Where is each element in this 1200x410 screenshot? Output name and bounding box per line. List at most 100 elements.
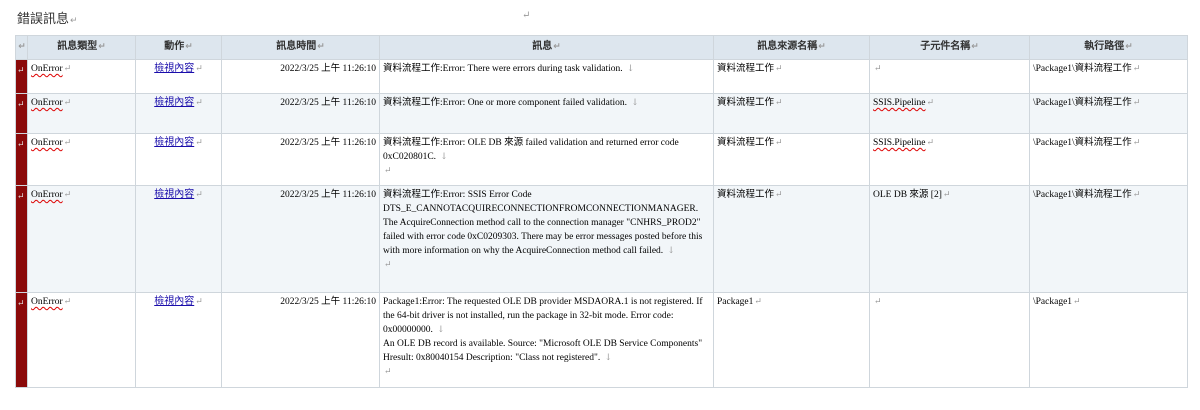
execution-path-text: \Package1 [1033,297,1073,307]
table-row: ↵ OnError↵ 檢視內容↵ 2022/3/25 上午 11:26:10 資料流程工… [15,185,1188,293]
paragraph-mark-icon: ↵ [522,10,531,21]
execution-path-cell: \Package1\資料流程工作↵ [1029,59,1188,94]
paragraph-mark-icon: ↵ [926,138,935,148]
header-label: 訊息來源名稱 [757,41,818,52]
paragraph-mark-icon: ↵ [1132,190,1141,200]
action-cell: 檢視內容↵ [135,93,222,134]
header-source-name: 訊息來源名稱↵ [713,35,870,60]
paragraph-mark-icon: ↵ [553,42,561,52]
header-subcomponent-name: 子元件名稱↵ [869,35,1030,60]
paragraph-mark-icon: ↵ [874,64,882,74]
paragraph-mark-icon: ↵ [195,297,203,307]
row-marker-cell: ↵ [15,185,28,293]
paragraph-mark-icon: ↵ [195,190,203,200]
header-label: 動作 [164,41,185,52]
paragraph-mark-icon: ↵ [384,166,392,176]
paragraph-mark-icon: ↵ [1073,297,1081,307]
view-content-link[interactable]: 檢視內容 [154,296,194,307]
execution-path-cell: \Package1\資料流程工作↵ [1029,93,1188,134]
execution-path-cell: \Package1\資料流程工作↵ [1029,133,1188,186]
header-label: 子元件名稱 [920,41,971,52]
paragraph-mark-icon: ↵ [195,64,203,74]
source-name-cell: Package1↵ [713,292,870,388]
table-row: ↵ OnError↵ 檢視內容↵ 2022/3/25 上午 11:26:10 資料流程工… [15,59,1188,94]
message-cell: 資料流程工作:Error: SSIS Error Code DTS_E_CANN… [379,185,714,293]
message-text: An OLE DB record is available. Source: "… [383,339,703,363]
paragraph-mark-icon: ↵ [63,138,72,148]
paragraph-mark-icon: ↵ [17,140,25,150]
header-label: 訊息時間 [276,41,317,52]
line-break-mark-icon: ↓ [604,353,612,363]
paragraph-mark-icon: ↵ [775,138,783,148]
paragraph-mark-icon: ↵ [754,297,762,307]
execution-path-cell: \Package1↵ [1029,292,1188,388]
source-name-text: 資料流程工作 [717,98,775,108]
message-time-cell: 2022/3/25 上午 11:26:10 [221,292,380,388]
message-cell: 資料流程工作:Error: OLE DB 來源 failed validatio… [379,133,714,186]
row-marker-cell: ↵ [15,59,28,94]
row-marker-cell: ↵ [15,93,28,134]
header-action: 動作↵ [135,35,222,60]
execution-path-text: \Package1\資料流程工作 [1033,138,1132,148]
message-paragraph: Package1:Error: The requested OLE DB pro… [383,295,710,337]
header-label: 訊息類型 [57,41,98,52]
header-message-type: 訊息類型↵ [27,35,136,60]
message-time-text: 2022/3/25 上午 11:26:10 [280,297,376,307]
header-label: 執行路徑 [1084,41,1125,52]
line-break-mark-icon: ↓ [437,325,445,335]
subcomponent-name-text: SSIS.Pipeline [873,98,926,108]
paragraph-mark-icon: ↵ [1132,138,1141,148]
page-title: 錯誤訊息↵ [17,8,78,27]
paragraph-mark-icon: ↵ [98,42,106,52]
message-type-text: OnError [31,138,63,148]
line-break-mark-icon: ↓ [631,98,639,108]
view-content-link[interactable]: 檢視內容 [154,137,194,148]
message-paragraph: 資料流程工作:Error: There were errors during t… [383,62,710,76]
paragraph-mark-icon: ↵ [926,98,935,108]
message-time-cell: 2022/3/25 上午 11:26:10 [221,185,380,293]
view-content-link[interactable]: 檢視內容 [154,63,194,74]
message-cell: 資料流程工作:Error: There were errors during t… [379,59,714,94]
paragraph-mark-icon: ↵ [317,42,325,52]
message-type-text: OnError [31,297,63,307]
line-break-mark-icon: ↓ [440,152,448,162]
source-name-cell: 資料流程工作↵ [713,93,870,134]
paragraph-mark-icon: ↵ [63,190,72,200]
message-type-cell: OnError↵ [27,59,136,94]
action-cell: 檢視內容↵ [135,292,222,388]
message-time-cell: 2022/3/25 上午 11:26:10 [221,93,380,134]
source-name-text: Package1 [717,297,754,307]
paragraph-mark-icon: ↵ [874,297,882,307]
page-title-text: 錯誤訊息 [17,12,70,27]
execution-path-cell: \Package1\資料流程工作↵ [1029,185,1188,293]
header-message: 訊息↵ [379,35,714,60]
paragraph-mark-icon: ↵ [63,64,72,74]
paragraph-mark-icon: ↵ [1132,64,1141,74]
paragraph-mark-icon: ↵ [195,138,203,148]
paragraph-mark-icon: ↵ [818,42,826,52]
source-name-cell: 資料流程工作↵ [713,133,870,186]
message-type-text: OnError [31,98,63,108]
paragraph-mark-icon: ↵ [63,297,72,307]
message-cell: 資料流程工作:Error: One or more component fail… [379,93,714,134]
message-time-text: 2022/3/25 上午 11:26:10 [280,64,376,74]
header-execution-path: 執行路徑↵ [1029,35,1188,60]
table-row: ↵ OnError↵ 檢視內容↵ 2022/3/25 上午 11:26:10 資料流程工… [15,93,1188,134]
view-content-link[interactable]: 檢視內容 [154,97,194,108]
paragraph-mark-icon: ↵ [17,299,25,309]
paragraph-mark-icon: ↵ [195,98,203,108]
message-text: 資料流程工作:Error: One or more component fail… [383,98,628,108]
paragraph-mark-icon: ↵ [63,98,72,108]
view-content-link[interactable]: 檢視內容 [154,189,194,200]
message-time-cell: 2022/3/25 上午 11:26:10 [221,133,380,186]
message-time-text: 2022/3/25 上午 11:26:10 [280,190,376,200]
message-cell: Package1:Error: The requested OLE DB pro… [379,292,714,388]
message-paragraph: 資料流程工作:Error: SSIS Error Code DTS_E_CANN… [383,188,710,258]
subcomponent-name-cell: SSIS.Pipeline↵ [869,133,1030,186]
source-name-cell: 資料流程工作↵ [713,185,870,293]
line-break-mark-icon: ↓ [626,64,635,74]
row-marker-cell: ↵ [15,133,28,186]
message-type-cell: OnError↵ [27,292,136,388]
table-row: ↵ OnError↵ 檢視內容↵ 2022/3/25 上午 11:26:10 Packa… [15,292,1188,388]
paragraph-mark-icon: ↵ [384,367,392,377]
